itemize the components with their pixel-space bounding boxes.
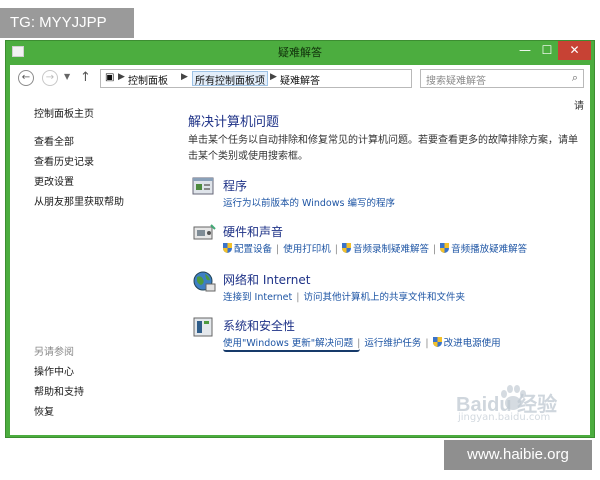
chevron-right-icon[interactable]: ▶ <box>270 72 277 82</box>
minimize-button[interactable]: — <box>514 41 536 60</box>
category-programs-links: 运行为以前版本的 Windows 编写的程序 <box>223 195 395 209</box>
chevron-right-icon[interactable]: ▶ <box>118 72 125 82</box>
shield-icon <box>440 243 450 253</box>
chevron-right-icon[interactable]: ▶ <box>181 72 188 82</box>
sidebar-help-and-support[interactable]: 帮助和支持 <box>34 383 84 398</box>
page-description: 单击某个任务以自动排除和修复常见的计算机问题。若要查看更多的故障排除方案，请单击… <box>188 135 578 162</box>
forward-button[interactable]: → <box>42 70 58 86</box>
link-audio-recording[interactable]: 音频录制疑难解答 <box>353 244 429 255</box>
search-icon[interactable]: ⌕ <box>572 71 578 85</box>
search-placeholder: 搜索疑难解答 <box>426 76 486 87</box>
troubleshooting-window: 疑难解答 — ☐ ✕ ← → ▼ ↑ ▣ ▶ 控制面板 ▶ 所有控制面板项 ▶ … <box>5 40 595 438</box>
recent-locations-icon[interactable]: ▼ <box>64 72 70 81</box>
sidebar-view-all[interactable]: 查看全部 <box>34 133 74 148</box>
watermark-tag: TG: MYYJJPP <box>0 8 134 38</box>
link-windows-update-fix[interactable]: 使用"Windows 更新"解决问题 <box>223 338 353 349</box>
baidu-watermark-url: jingyan.baidu.com <box>458 412 551 423</box>
breadcrumb-troubleshooting[interactable]: 疑难解答 <box>280 72 320 87</box>
up-arrow-icon[interactable]: ↑ <box>80 70 91 85</box>
link-connect-internet[interactable]: 连接到 Internet <box>223 292 292 303</box>
category-hardware-links: 配置设备 | 使用打印机 | 音频录制疑难解答 | 音频播放疑难解答 <box>223 241 527 255</box>
maximize-button[interactable]: ☐ <box>536 41 558 60</box>
category-programs[interactable]: 程序 <box>223 177 247 194</box>
sidebar-action-center[interactable]: 操作中心 <box>34 363 74 378</box>
network-globe-icon <box>193 271 216 292</box>
link-audio-playback[interactable]: 音频播放疑难解答 <box>451 244 527 255</box>
link-shared-files[interactable]: 访问其他计算机上的共享文件和文件夹 <box>303 292 465 303</box>
shield-icon <box>432 337 442 347</box>
breadcrumb-all-items[interactable]: 所有控制面板项 <box>192 71 268 87</box>
category-system-and-security[interactable]: 系统和安全性 <box>223 317 295 334</box>
address-field[interactable]: ▣ ▶ 控制面板 ▶ 所有控制面板项 ▶ 疑难解答 ⌄ ↻ <box>100 69 500 88</box>
link-run-old-programs[interactable]: 运行为以前版本的 Windows 编写的程序 <box>223 198 395 209</box>
title-bar[interactable]: 疑难解答 — ☐ ✕ <box>6 41 594 63</box>
link-improve-power[interactable]: 改进电源使用 <box>444 338 501 349</box>
programs-icon <box>192 177 214 195</box>
back-button[interactable]: ← <box>18 70 34 86</box>
site-watermark: www.haibie.org <box>444 440 592 470</box>
see-also-heading: 另请参阅 <box>34 347 74 358</box>
category-network-and-internet[interactable]: 网络和 Internet <box>223 271 310 288</box>
link-use-printer[interactable]: 使用打印机 <box>283 244 331 255</box>
hardware-and-sound-icon <box>193 224 216 240</box>
sidebar-recovery[interactable]: 恢复 <box>34 403 54 418</box>
address-bar: ← → ▼ ↑ ▣ ▶ 控制面板 ▶ 所有控制面板项 ▶ 疑难解答 ⌄ ↻ 搜索… <box>10 65 590 93</box>
window-title: 疑难解答 <box>278 46 322 59</box>
shield-icon <box>341 243 351 253</box>
system-security-icon <box>193 317 213 337</box>
link-run-maintenance[interactable]: 运行维护任务 <box>364 338 421 349</box>
sidebar-control-panel-home[interactable]: 控制面板主页 <box>34 105 94 120</box>
sidebar-get-help-from-friend[interactable]: 从朋友那里获取帮助 <box>34 193 124 208</box>
category-network-links: 连接到 Internet | 访问其他计算机上的共享文件和文件夹 <box>223 292 465 303</box>
category-system-links: 使用"Windows 更新"解决问题 | 运行维护任务 | 改进电源使用 <box>223 337 501 349</box>
sidebar-change-settings[interactable]: 更改设置 <box>34 173 74 188</box>
page-title: 解决计算机问题 <box>188 115 280 130</box>
control-panel-icon: ▣ <box>105 72 115 83</box>
link-configure-device[interactable]: 配置设备 <box>234 244 272 255</box>
shield-icon <box>223 243 232 253</box>
breadcrumb-control-panel[interactable]: 控制面板 <box>128 72 168 87</box>
search-field[interactable]: 搜索疑难解答 ⌕ <box>420 69 584 88</box>
screenshot-stage: 疑难解答 — ☐ ✕ ← → ▼ ↑ ▣ ▶ 控制面板 ▶ 所有控制面板项 ▶ … <box>0 0 600 480</box>
help-icon[interactable]: 请 <box>574 97 584 112</box>
handdrawn-underline <box>223 349 360 352</box>
category-hardware-and-sound[interactable]: 硬件和声音 <box>223 223 283 240</box>
close-button[interactable]: ✕ <box>558 41 591 60</box>
sidebar-view-history[interactable]: 查看历史记录 <box>34 153 94 168</box>
